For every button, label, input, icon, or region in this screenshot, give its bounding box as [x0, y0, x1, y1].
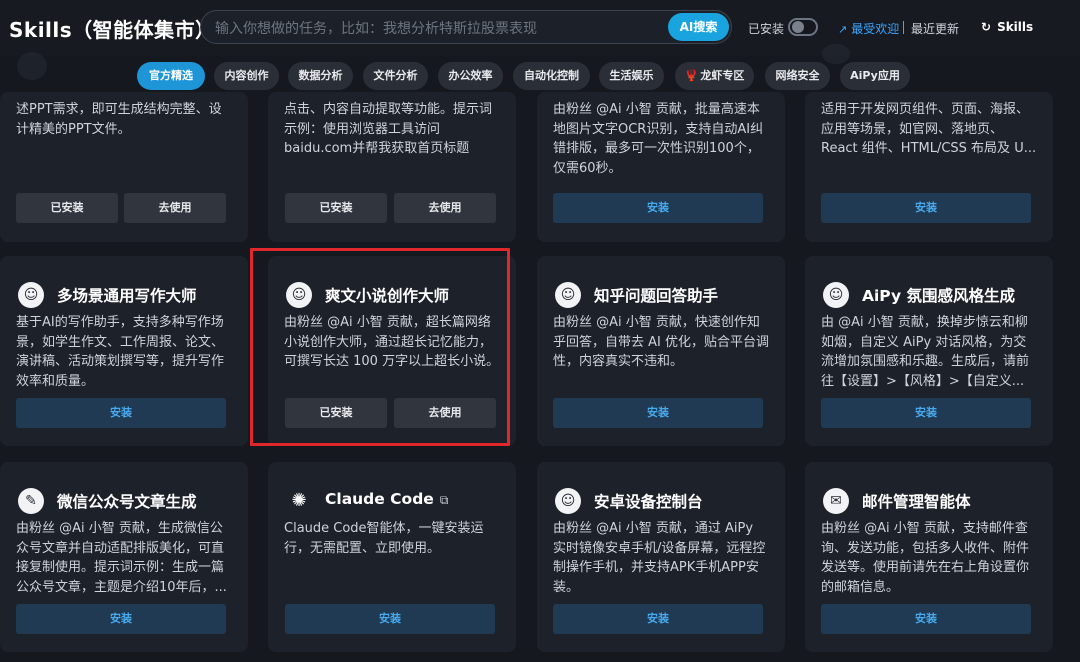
card-title: 安卓设备控制台 — [594, 493, 703, 511]
install-button[interactable]: 安装 — [821, 398, 1031, 428]
card-title: AiPy 氛围感风格生成 — [862, 287, 1015, 305]
skill-card[interactable]: ☺ 安卓设备控制台 由粉丝 @Ai 小智 贡献，通过 AiPy 实时镜像安卓手机… — [537, 462, 785, 652]
install-button[interactable]: 安装 — [553, 398, 763, 428]
card-description: 由粉丝 @Ai 小智 贡献，支持邮件查询、发送功能，包括多人收件、附件发送等。使… — [821, 521, 1030, 595]
install-button[interactable]: 安装 — [16, 604, 226, 634]
card-description: 由粉丝 @Ai 小智 贡献，批量高速本地图片文字OCR识别，支持自动AI纠错排版… — [553, 102, 764, 176]
robot-icon: ☺ — [555, 488, 581, 514]
install-button[interactable]: 安装 — [821, 193, 1031, 223]
mail-icon: ✉ — [823, 488, 849, 514]
tab-file-analysis[interactable]: 文件分析 — [363, 62, 428, 90]
robot-icon: ☺ — [555, 282, 581, 308]
faded-card-icon — [822, 44, 850, 64]
install-button[interactable]: 安装 — [553, 193, 763, 223]
card-description: 点击、内容自动提取等功能。提示词示例：使用浏览器工具访问baidu.com并帮我… — [284, 102, 493, 156]
skill-card[interactable]: ☺ 多场景通用写作大师 基于AI的写作助手，支持多种写作场景，如学生作文、工作周… — [0, 256, 248, 446]
category-tabs: 官方精选 内容创作 数据分析 文件分析 办公效率 自动化控制 生活娱乐 🦞 龙虾专… — [0, 62, 1080, 90]
card-title: 微信公众号文章生成 — [57, 493, 197, 511]
installed-filter-label: 已安装 — [748, 22, 785, 36]
robot-icon: ☺ — [18, 282, 44, 308]
edit-icon: ✎ — [18, 488, 44, 514]
app-title: Skills（智能体集市） — [9, 18, 216, 42]
refresh-icon: ↻ — [981, 20, 992, 34]
tab-office[interactable]: 办公效率 — [438, 62, 503, 90]
tab-lifestyle[interactable]: 生活娱乐 — [599, 62, 664, 90]
highlight-annotation — [250, 248, 510, 446]
use-button[interactable]: 去使用 — [394, 193, 496, 223]
search-box[interactable]: AI搜索 — [200, 10, 732, 44]
card-description: 由粉丝 @Ai 小智 贡献，快速创作知乎回答，自带去 AI 优化，贴合平台调性，… — [553, 315, 769, 369]
skill-card[interactable]: 点击、内容自动提取等功能。提示词示例：使用浏览器工具访问baidu.com并帮我… — [268, 92, 516, 242]
installed-button[interactable]: 已安装 — [16, 193, 118, 223]
external-link-icon[interactable]: ⧉ — [440, 493, 449, 507]
install-button[interactable]: 安装 — [285, 604, 495, 634]
card-title: Claude Code ⧉ — [325, 490, 448, 508]
skill-card[interactable]: ✎ 微信公众号文章生成 由粉丝 @Ai 小智 贡献，生成微信公众号文章并自动适配… — [0, 462, 248, 652]
install-button[interactable]: 安装 — [553, 604, 763, 634]
install-button[interactable]: 安装 — [821, 604, 1031, 634]
card-description: 述PPT需求，即可生成结构完整、设计精美的PPT文件。 — [16, 102, 222, 137]
search-input[interactable] — [213, 18, 657, 40]
sparkle-icon: ✺ — [286, 488, 312, 514]
skill-card[interactable]: 适用于开发网页组件、页面、海报、应用等场景，如官网、落地页、React 组件、H… — [805, 92, 1053, 242]
skills-refresh-link[interactable]: ↻ Skills — [981, 20, 1033, 34]
recent-sort-link[interactable]: 最近更新 — [911, 20, 959, 37]
tab-content-creation[interactable]: 内容创作 — [214, 62, 279, 90]
skill-card[interactable]: ☺ AiPy 氛围感风格生成 由 @Ai 小智 贡献，换掉步惊云和柳如烟，自定义… — [805, 256, 1053, 446]
tab-lobster-label: 龙虾专区 — [700, 69, 745, 82]
card-title: 多场景通用写作大师 — [57, 287, 197, 305]
installed-toggle[interactable] — [788, 18, 818, 36]
top-bar: Skills（智能体集市） AI搜索 已安装 ↗最受欢迎 最近更新 ↻ Skill… — [0, 0, 1080, 56]
skill-card[interactable]: ✺ Claude Code ⧉ Claude Code智能体，一键安装运行，无需配… — [268, 462, 516, 652]
card-title: 知乎问题回答助手 — [594, 287, 719, 305]
use-button[interactable]: 去使用 — [124, 193, 226, 223]
robot-icon: ☺ — [823, 282, 849, 308]
skills-label: Skills — [997, 20, 1034, 34]
ai-search-button[interactable]: AI搜索 — [668, 13, 729, 41]
tab-official[interactable]: 官方精选 — [137, 62, 205, 90]
tab-security[interactable]: 网络安全 — [765, 62, 830, 90]
card-description: Claude Code智能体，一键安装运行，无需配置、立即使用。 — [284, 521, 484, 556]
card-description: 适用于开发网页组件、页面、海报、应用等场景，如官网、落地页、React 组件、H… — [821, 102, 1037, 156]
tab-aipy[interactable]: AiPy应用 — [840, 62, 910, 90]
tab-lobster[interactable]: 🦞 龙虾专区 — [675, 62, 754, 90]
card-title-text: Claude Code — [325, 490, 434, 508]
installed-button[interactable]: 已安装 — [285, 193, 387, 223]
popular-label: 最受欢迎 — [851, 22, 900, 36]
install-button[interactable]: 安装 — [16, 398, 226, 428]
skill-card[interactable]: 述PPT需求，即可生成结构完整、设计精美的PPT文件。 已安装 去使用 — [0, 92, 248, 242]
card-description: 由粉丝 @Ai 小智 贡献，通过 AiPy 实时镜像安卓手机/设备屏幕，远程控制… — [553, 521, 766, 595]
card-description: 基于AI的写作助手，支持多种写作场景，如学生作文、工作周报、论文、演讲稿、活动策… — [16, 315, 225, 389]
lobster-icon: 🦞 — [684, 69, 699, 82]
trend-icon: ↗ — [838, 23, 848, 36]
card-description: 由 @Ai 小智 贡献，换掉步惊云和柳如烟，自定义 AiPy 对话风格，为交流增… — [821, 315, 1030, 389]
skill-card[interactable]: ☺ 知乎问题回答助手 由粉丝 @Ai 小智 贡献，快速创作知乎回答，自带去 AI… — [537, 256, 785, 446]
card-title: 邮件管理智能体 — [862, 493, 971, 511]
skill-card[interactable]: 由粉丝 @Ai 小智 贡献，批量高速本地图片文字OCR识别，支持自动AI纠错排版… — [537, 92, 785, 242]
tab-automation[interactable]: 自动化控制 — [513, 62, 590, 90]
header-divider — [903, 21, 904, 34]
skill-card[interactable]: ✉ 邮件管理智能体 由粉丝 @Ai 小智 贡献，支持邮件查询、发送功能，包括多人… — [805, 462, 1053, 652]
card-description: 由粉丝 @Ai 小智 贡献，生成微信公众号文章并自动适配排版美化，可直接复制使用… — [16, 521, 227, 595]
toggle-knob — [792, 21, 804, 33]
tab-data-analysis[interactable]: 数据分析 — [288, 62, 353, 90]
popular-sort-link[interactable]: ↗ 最受欢迎 — [838, 20, 899, 37]
